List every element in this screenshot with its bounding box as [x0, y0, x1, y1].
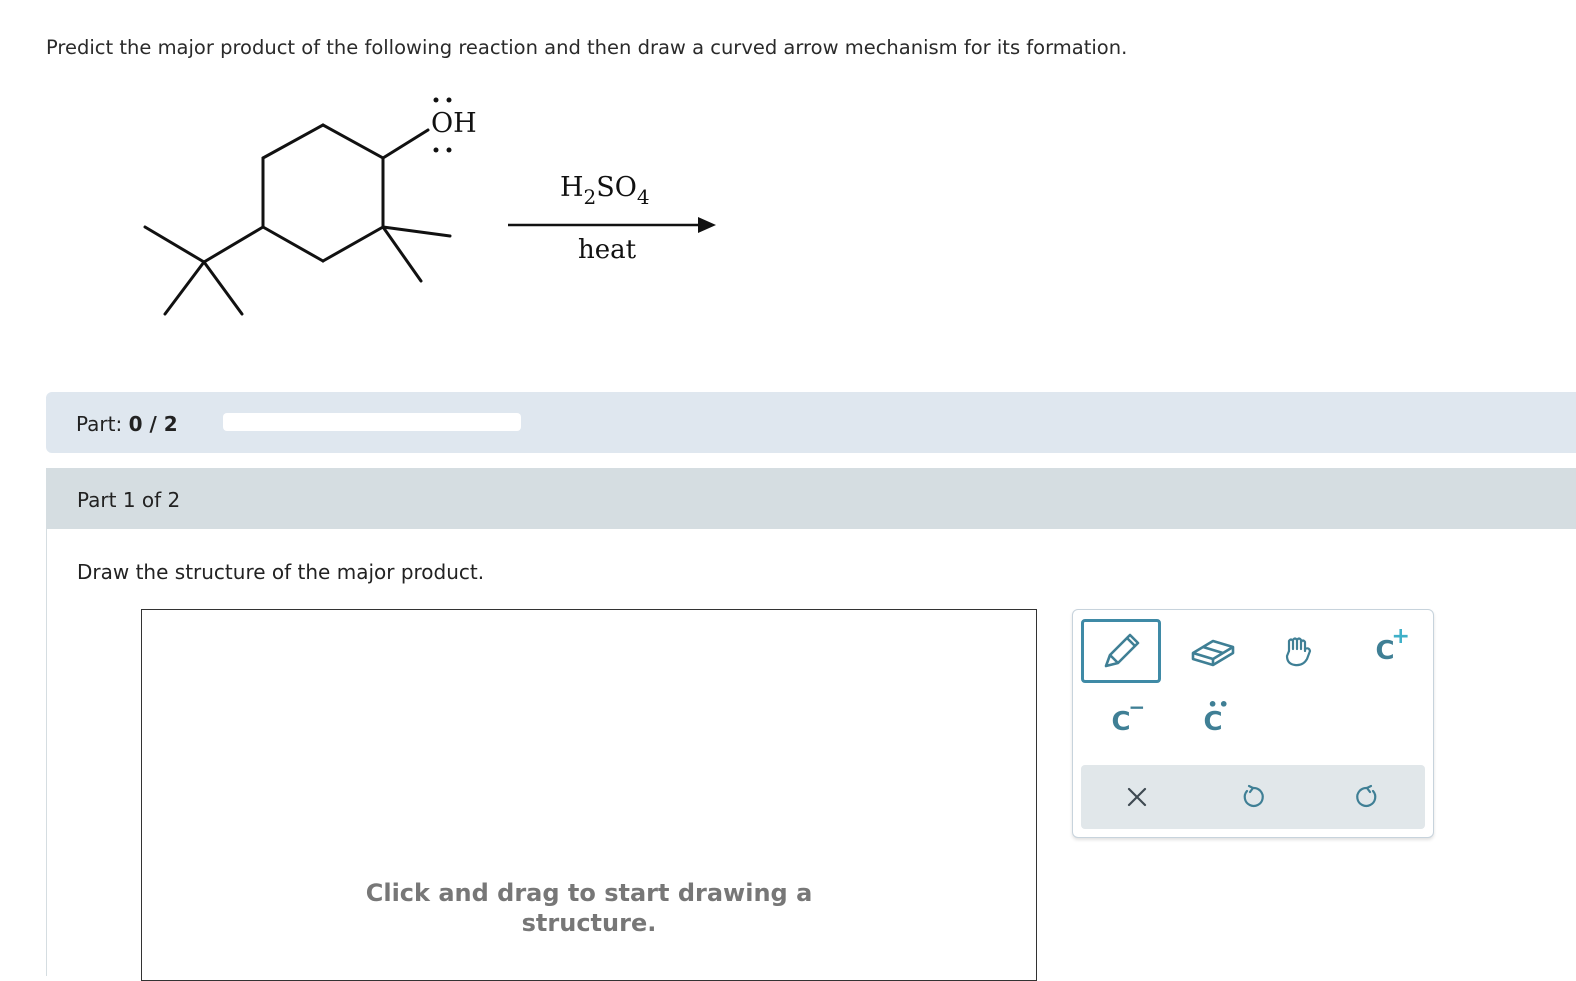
hydroxyl-label: OH [431, 108, 477, 139]
redo-icon [1356, 784, 1377, 808]
clear-button[interactable] [1097, 765, 1177, 829]
pencil-icon [1104, 633, 1140, 668]
lone-pair-tool-button[interactable]: •• C [1173, 690, 1253, 754]
part-header-label: Part 1 of 2 [77, 488, 181, 512]
canvas-hint: Click and drag to start drawing a struct… [365, 879, 813, 937]
reagent-sulfuric-acid: H2SO4 [560, 172, 650, 209]
hand-tool-button[interactable] [1259, 619, 1339, 683]
progress-track [223, 413, 521, 431]
reaction-condition: heat [578, 235, 637, 265]
part-progress-label: Part: 0 / 2 [76, 412, 178, 436]
hand-icon [1285, 637, 1312, 667]
part-header: Part 1 of 2 [46, 468, 1576, 529]
undo-button[interactable] [1213, 765, 1293, 829]
eraser-tool-button[interactable] [1173, 619, 1253, 683]
close-icon [1127, 787, 1147, 807]
pencil-tool-button[interactable] [1081, 619, 1161, 683]
part-instruction: Draw the structure of the major product. [77, 560, 485, 584]
eraser-icon [1191, 639, 1235, 667]
negative-charge-tool-button[interactable]: C − [1081, 690, 1161, 754]
part-progress-bar: Part: 0 / 2 [46, 392, 1576, 453]
drawing-toolbox: C + C − •• C [1072, 609, 1434, 838]
reactant-structure [143, 97, 716, 316]
undo-icon [1243, 784, 1264, 808]
action-bar [1081, 765, 1425, 829]
redo-button[interactable] [1327, 765, 1407, 829]
positive-charge-tool-button[interactable]: C + [1345, 619, 1425, 683]
lone-pair-dots: •• [1207, 695, 1230, 714]
drawing-canvas[interactable]: Click and drag to start drawing a struct… [141, 609, 1037, 981]
